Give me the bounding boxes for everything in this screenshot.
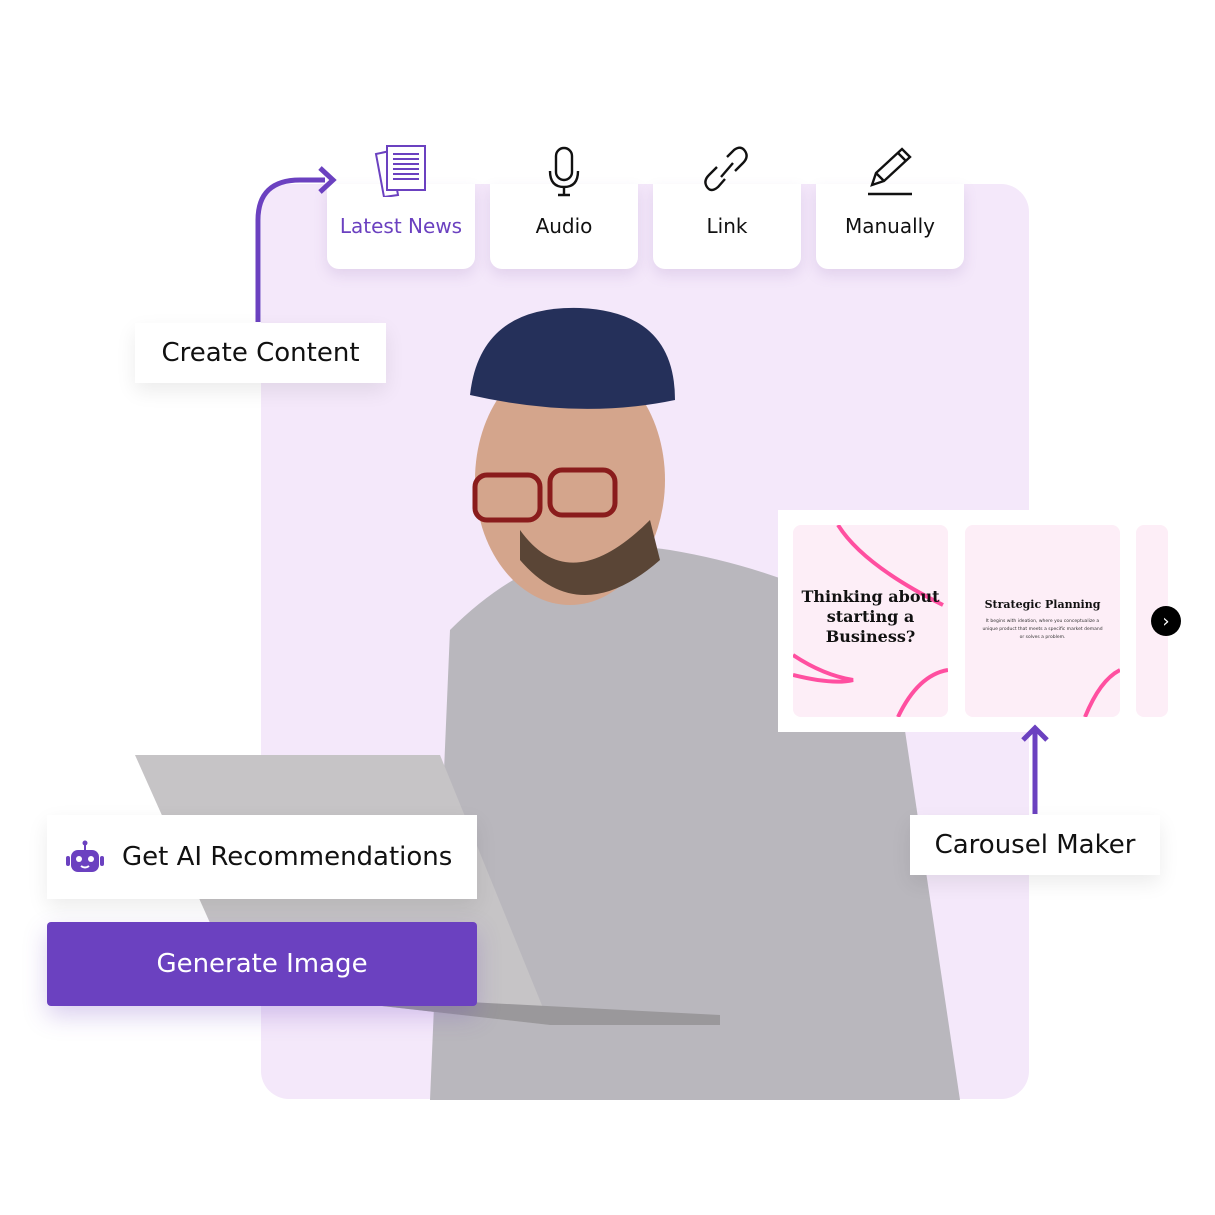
generate-image-label: Generate Image	[156, 949, 368, 979]
carousel-slide[interactable]: Strategic Planning It begins with ideati…	[965, 525, 1120, 717]
source-label: Manually	[844, 214, 936, 238]
link-icon	[704, 146, 748, 192]
pencil-icon	[868, 147, 912, 196]
slide-title: Strategic Planning	[984, 598, 1101, 611]
slide-title: Thinking about starting a Business?	[801, 587, 940, 646]
source-label: Latest News	[339, 214, 463, 238]
carousel-next-button[interactable]: ›	[1151, 606, 1181, 636]
chevron-right-icon: ›	[1162, 610, 1170, 632]
arrow-up-icon	[1021, 724, 1049, 814]
generate-image-button[interactable]: Generate Image	[47, 922, 477, 1006]
carousel-maker-label: Carousel Maker	[910, 815, 1160, 875]
carousel-slide[interactable]: Thinking about starting a Business?	[793, 525, 948, 717]
ai-recommendations-label: Get AI Recommendations	[122, 842, 453, 872]
ai-recommendations-button[interactable]: Get AI Recommendations	[47, 815, 477, 899]
source-label: Audio	[535, 214, 593, 238]
slide-body: It begins with ideation, where you conce…	[982, 619, 1103, 640]
microphone-icon	[548, 146, 580, 197]
source-label: Link	[706, 214, 748, 238]
arrow-icon	[255, 166, 337, 322]
carousel-preview: Thinking about starting a Business? Stra…	[778, 510, 1168, 732]
news-icon	[374, 145, 426, 197]
robot-icon	[66, 840, 104, 872]
create-content-label: Create Content	[135, 323, 386, 383]
